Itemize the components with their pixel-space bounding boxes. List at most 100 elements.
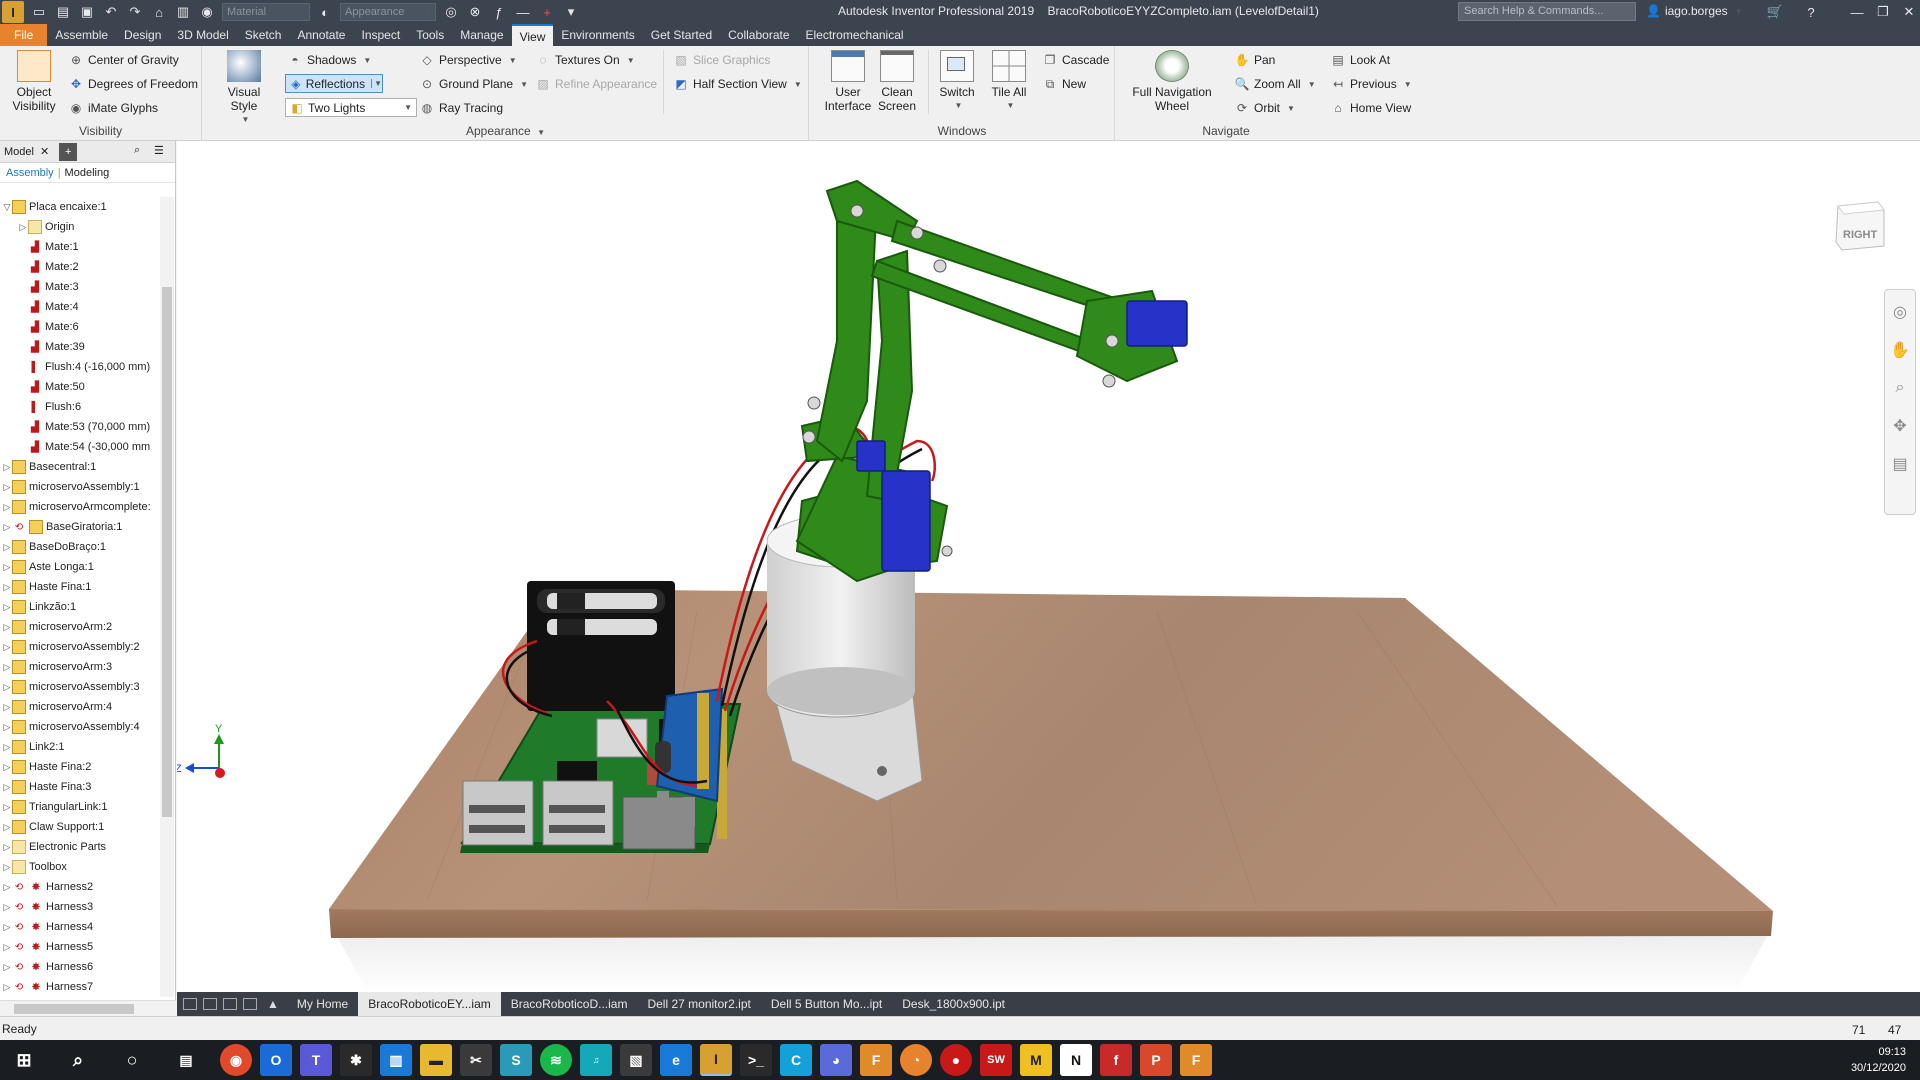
expand-icon[interactable]: ▷ [2,522,12,533]
close-window-button[interactable]: ✕ [1892,0,1920,24]
switch-button[interactable]: Switch ▼ [934,50,980,113]
tab-inspect[interactable]: Inspect [353,24,408,46]
notion-icon[interactable]: N [1060,1044,1092,1076]
print-icon[interactable]: ▥ [174,3,192,21]
expand-icon[interactable]: ▷ [2,662,12,673]
3d-viewport[interactable]: —❐✕ [177,141,1920,992]
undo-icon[interactable]: ↶ [102,3,120,21]
solidworks-icon[interactable]: SW [980,1044,1012,1076]
tab-file[interactable]: File [0,24,48,46]
expand-icon[interactable]: ▷ [2,462,12,473]
chrome-icon[interactable]: ◉ [220,1044,252,1076]
tab-get-started[interactable]: Get Started [643,24,720,46]
tree-node[interactable]: ▷ ⟲ ✸ Harness4 [0,917,158,937]
perspective-button[interactable]: ◇ Perspective ▼ [419,50,516,70]
viewcube[interactable] [1832,196,1888,256]
expand-icon[interactable]: ▷ [2,942,12,953]
system-clock[interactable]: 09:13 30/12/2020 [1851,1044,1906,1076]
tree-node[interactable]: ▷ ⟲ ✸ Harness2 [0,877,158,897]
robot-arm[interactable] [795,179,1179,583]
pan-hand-icon[interactable]: ✋ [1888,338,1912,362]
reflections-button[interactable]: ◈ Reflections ▼ [285,74,383,93]
tab-modeling[interactable]: Modeling [65,167,110,179]
full-navigation-wheel-button[interactable]: Full Navigation Wheel [1122,50,1222,113]
help-icon[interactable]: ? [1802,3,1820,21]
expand-icon[interactable]: ▷ [2,562,12,573]
slice-graphics-button[interactable]: ▧ Slice Graphics [673,50,770,70]
measure-icon[interactable]: — [514,3,532,21]
properties-icon[interactable]: ◉ [198,3,216,21]
new-file-icon[interactable]: ▭ [30,3,48,21]
amazon-music-icon[interactable]: ♫ [580,1044,612,1076]
redo-icon[interactable]: ↷ [126,3,144,21]
customize-icon[interactable]: ▾ [562,3,580,21]
appearance-combo[interactable]: Appearance ▼ [340,3,436,21]
tree-node[interactable]: ▟ Mate:6 [0,317,158,337]
center-of-gravity-button[interactable]: ⊕ Center of Gravity [68,50,179,70]
tree-node[interactable]: ▟ Mate:53 (70,000 mm) [0,417,158,437]
pan-button[interactable]: ✋ Pan [1234,50,1276,70]
expand-icon[interactable]: ▷ [2,822,12,833]
tab-3d-model[interactable]: 3D Model [169,24,236,46]
edge-icon[interactable]: e [660,1044,692,1076]
slack-icon[interactable]: ✱ [340,1044,372,1076]
tab-manage[interactable]: Manage [452,24,511,46]
tile-all-button[interactable]: Tile All ▼ [986,50,1032,113]
tree-node[interactable]: ▷ Origin [0,217,158,237]
browser-title[interactable]: Model [4,146,34,158]
expand-icon[interactable]: ▷ [2,782,12,793]
tree-node[interactable]: ▷ microservoAssembly:3 [0,677,158,697]
tab-design[interactable]: Design [116,24,169,46]
search-icon[interactable]: ⌕ [62,1044,94,1076]
expand-icon[interactable]: ▷ [2,702,12,713]
ground-plane-button[interactable]: ⊙ Ground Plane ▼ [419,74,528,94]
tree-node[interactable]: ▷ microservoArm:2 [0,617,158,637]
tab-collaborate[interactable]: Collaborate [720,24,797,46]
tree-node[interactable]: ▷ Link2:1 [0,737,158,757]
material-combo[interactable]: Material ▼ [222,3,310,21]
tree-node[interactable]: ▷ ⟲ ✸ Harness6 [0,957,158,977]
tree-node[interactable]: ▷ microservoArmcomplete: [0,497,158,517]
textures-on-button[interactable]: ◌ Textures On ▼ [535,50,634,70]
record-icon[interactable]: ● [940,1044,972,1076]
tree-node[interactable]: ▟ Mate:2 [0,257,158,277]
tab-assemble[interactable]: Assemble [47,24,116,46]
cart-icon[interactable]: 🛒 [1766,3,1784,21]
document-tab[interactable]: BracoRoboticoEY...iam [358,992,501,1016]
cricut-icon[interactable]: C [780,1044,812,1076]
tree-node[interactable]: ▷ Haste Fina:1 [0,577,158,597]
look-at-button[interactable]: ▤ Look At [1330,50,1390,70]
tree-node[interactable]: ▷ Linkzão:1 [0,597,158,617]
close-browser-icon[interactable]: ✕ [40,145,49,158]
sketch-app-icon[interactable]: S [500,1044,532,1076]
expand-icon[interactable]: ▷ [2,982,12,993]
object-visibility-button[interactable]: Object Visibility [8,50,60,113]
expand-icon[interactable]: ▷ [2,742,12,753]
fusion-360-icon[interactable]: F [1180,1044,1212,1076]
expand-icon[interactable]: ▷ [2,542,12,553]
expand-icon[interactable]: ▷ [2,722,12,733]
expand-icon[interactable]: ▷ [2,902,12,913]
formula-icon[interactable]: ƒ [490,3,508,21]
cascade-button[interactable]: ❐ Cascade [1042,50,1110,70]
tree-node[interactable]: ▟ Mate:4 [0,297,158,317]
tab-environments[interactable]: Environments [553,24,642,46]
tree-node[interactable]: ▷ Haste Fina:3 [0,777,158,797]
expand-icon[interactable]: ▷ [2,682,12,693]
expand-icon[interactable]: ▷ [2,862,12,873]
imate-glyphs-button[interactable]: ◉ iMate Glyphs [68,98,158,118]
user-menu[interactable]: 👤 iago.borges ▼ [1646,4,1743,18]
appearance-group-label[interactable]: Appearance ▼ [203,124,808,138]
cortana-icon[interactable]: ○ [116,1044,148,1076]
tree-node[interactable]: ▷ microservoArm:3 [0,657,158,677]
document-tab[interactable]: Dell 5 Button Mo...ipt [761,992,892,1016]
tree-node[interactable]: ▌ Flush:4 (-16,000 mm) [0,357,158,377]
tree-node[interactable]: ▌ Flush:6 [0,397,158,417]
tree-node[interactable]: ▷ BaseDoBraço:1 [0,537,158,557]
shadows-button[interactable]: ◓ Shadows ▼ [287,50,371,70]
photos-icon[interactable]: ▧ [620,1044,652,1076]
tree-horizontal-scrollbar[interactable] [0,1000,176,1016]
expand-icon[interactable]: ▷ [2,602,12,613]
tree-node[interactable]: ▷ Basecentral:1 [0,457,158,477]
app-logo-icon[interactable]: I [2,1,24,23]
